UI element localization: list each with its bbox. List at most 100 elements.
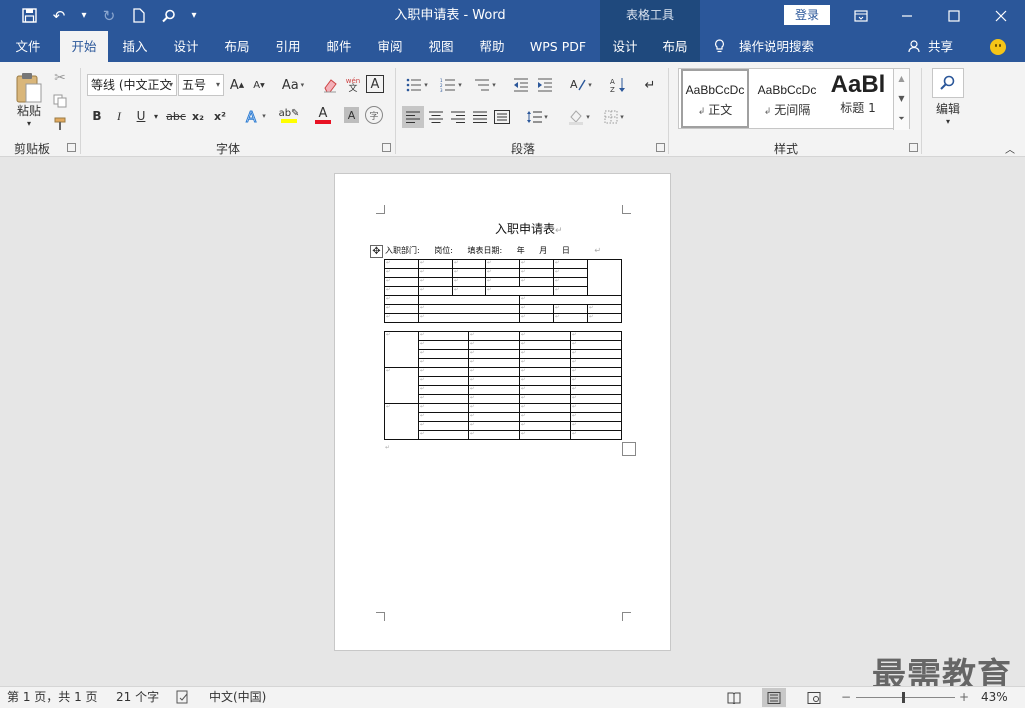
collapse-ribbon-icon[interactable]: ︿ bbox=[1003, 142, 1017, 156]
share-button[interactable]: 共享 bbox=[908, 31, 953, 62]
asian-layout-button[interactable]: A ▾ bbox=[566, 75, 596, 95]
paste-dropdown-icon[interactable]: ▾ bbox=[20, 118, 38, 128]
copy-icon[interactable] bbox=[50, 91, 70, 111]
redo-icon[interactable]: ↻ bbox=[94, 0, 124, 31]
align-center-icon[interactable] bbox=[425, 106, 447, 128]
feedback-smiley-icon[interactable] bbox=[990, 39, 1006, 55]
zoom-slider-track[interactable] bbox=[856, 697, 955, 698]
subscript-button[interactable]: x₂ bbox=[189, 106, 207, 126]
editing-dropdown-icon[interactable]: ▾ bbox=[940, 116, 956, 126]
tab-references[interactable]: 引用 bbox=[265, 31, 311, 62]
tab-wps-pdf[interactable]: WPS PDF bbox=[522, 31, 594, 62]
tab-file[interactable]: 文件 bbox=[4, 31, 52, 62]
paste-label[interactable]: 粘贴 bbox=[10, 102, 48, 118]
tab-mailings[interactable]: 邮件 bbox=[316, 31, 362, 62]
italic-button[interactable]: I bbox=[111, 106, 127, 126]
tab-home[interactable]: 开始 bbox=[60, 31, 108, 62]
grow-font-button[interactable]: A ▲ bbox=[228, 75, 246, 95]
character-border-icon[interactable]: A bbox=[366, 75, 384, 93]
tab-design[interactable]: 设计 bbox=[163, 31, 209, 62]
minimize-icon[interactable] bbox=[884, 0, 930, 31]
tab-view[interactable]: 视图 bbox=[418, 31, 464, 62]
character-shading-icon[interactable]: A bbox=[344, 107, 359, 123]
close-icon[interactable] bbox=[978, 0, 1024, 31]
scroll-down-icon[interactable]: ▼ bbox=[894, 89, 909, 109]
styles-launcher-icon[interactable] bbox=[909, 143, 918, 152]
editing-label[interactable]: 编辑 bbox=[928, 100, 968, 116]
print-layout-icon[interactable] bbox=[762, 688, 786, 707]
underline-button[interactable]: U bbox=[133, 106, 149, 126]
application-table-lower[interactable]: ↵ ↵ ↵ ↵ ↵ ↵ ↵ ↵ ↵ ↵ ↵ ↵ ↵ ↵ ↵ ↵ ↵ ↵ ↵ ↵ ↵ ↵ ↵ ↵ ↵ ↵ ↵ ↵ ↵ ↵ ↵ ↵ ↵… bbox=[384, 331, 622, 440]
zoom-slider-thumb[interactable] bbox=[902, 692, 905, 703]
justify-icon[interactable] bbox=[469, 106, 491, 128]
new-document-icon[interactable] bbox=[124, 0, 154, 31]
application-table-upper[interactable]: ↵ ↵ ↵ ↵ ↵ ↵ ↵ ↵ ↵ ↵ ↵ ↵ ↵ ↵ ↵ ↵ ↵ ↵ ↵ ↵ ↵ ↵ ↵ ↵ ↵ ↵ ↵ ↵ ↵ ↵ ↵ ↵ ↵ ↵… bbox=[384, 259, 622, 323]
decrease-indent-icon[interactable] bbox=[511, 75, 531, 95]
ribbon-display-options-icon[interactable] bbox=[838, 0, 884, 31]
zoom-out-button[interactable]: − bbox=[841, 687, 851, 708]
underline-dropdown-icon[interactable]: ▾ bbox=[151, 106, 161, 126]
editing-search-icon[interactable] bbox=[932, 68, 964, 98]
borders-button[interactable]: ▾ bbox=[598, 106, 630, 128]
align-left-icon[interactable] bbox=[402, 106, 424, 128]
phonetic-guide-button[interactable]: wén 文 bbox=[343, 75, 363, 95]
tab-layout[interactable]: 布局 bbox=[214, 31, 260, 62]
multilevel-list-button[interactable]: ▾ bbox=[470, 75, 500, 95]
maximize-icon[interactable] bbox=[931, 0, 977, 31]
shrink-font-button[interactable]: A ▼ bbox=[250, 75, 268, 95]
form-header-line[interactable]: 入职部门: 岗位: 填表日期: 年 月 日 ↵ bbox=[385, 245, 601, 256]
customize-qat-icon[interactable]: ▾ bbox=[184, 0, 204, 31]
tab-help[interactable]: 帮助 bbox=[469, 31, 515, 62]
bold-button[interactable]: B bbox=[89, 106, 105, 126]
zoom-in-button[interactable]: + bbox=[959, 687, 969, 708]
find-icon[interactable] bbox=[154, 0, 184, 31]
zoom-level[interactable]: 43% bbox=[981, 687, 1008, 708]
language-status[interactable]: 中文(中国) bbox=[209, 687, 266, 708]
sort-icon[interactable]: AZ bbox=[608, 75, 628, 95]
bullets-button[interactable]: ▾ bbox=[403, 75, 431, 95]
format-painter-icon[interactable] bbox=[50, 114, 70, 134]
cut-icon[interactable]: ✂ bbox=[50, 68, 70, 88]
web-layout-icon[interactable] bbox=[802, 688, 826, 707]
tell-me-search[interactable]: 操作说明搜索 bbox=[714, 31, 814, 62]
read-mode-icon[interactable] bbox=[722, 688, 746, 707]
superscript-button[interactable]: x² bbox=[211, 106, 229, 126]
shading-button[interactable]: ▾ bbox=[563, 106, 595, 128]
document-page[interactable]: 入职申请表↵ ✥ 入职部门: 岗位: 填表日期: 年 月 日 ↵ ↵ ↵ ↵ ↵ ↵ ↵ … bbox=[334, 173, 671, 651]
document-heading[interactable]: 入职申请表↵ bbox=[495, 220, 563, 237]
numbering-button[interactable]: 1 2 3 ▾ bbox=[437, 75, 465, 95]
page-count[interactable]: 第 1 页，共 1 页 bbox=[7, 687, 98, 708]
save-icon[interactable] bbox=[14, 0, 44, 31]
undo-icon[interactable]: ↶ bbox=[44, 0, 74, 31]
increase-indent-icon[interactable] bbox=[535, 75, 555, 95]
login-button[interactable]: 登录 bbox=[784, 5, 830, 25]
show-marks-icon[interactable]: ↵ bbox=[640, 75, 660, 95]
clipboard-launcher-icon[interactable] bbox=[67, 143, 76, 152]
change-case-button[interactable]: Aa ▾ bbox=[278, 75, 308, 95]
paragraph-launcher-icon[interactable] bbox=[656, 143, 665, 152]
text-effects-button[interactable]: A ▾ bbox=[241, 105, 269, 127]
distributed-icon[interactable] bbox=[491, 106, 513, 128]
align-right-icon[interactable] bbox=[447, 106, 469, 128]
line-spacing-button[interactable]: ▾ bbox=[521, 106, 553, 128]
word-count[interactable]: 21 个字 bbox=[116, 687, 159, 708]
font-size-select[interactable]: 五号 ▾ bbox=[178, 74, 224, 96]
font-color-button[interactable]: A bbox=[309, 105, 337, 127]
table-move-handle-icon[interactable]: ✥ bbox=[370, 245, 383, 258]
tab-table-layout[interactable]: 布局 bbox=[650, 31, 700, 62]
tab-table-design[interactable]: 设计 bbox=[600, 31, 650, 62]
enclose-characters-icon[interactable]: 字 bbox=[365, 106, 383, 124]
strikethrough-button[interactable]: abc bbox=[165, 106, 187, 126]
style-normal[interactable]: AaBbCcDc ↲ 正文 bbox=[681, 69, 749, 128]
proofing-icon[interactable] bbox=[176, 690, 190, 706]
tab-review[interactable]: 审阅 bbox=[367, 31, 413, 62]
table-resize-handle[interactable] bbox=[622, 442, 636, 456]
scroll-up-icon[interactable]: ▲ bbox=[894, 69, 909, 89]
more-styles-icon[interactable]: ⏷ bbox=[894, 109, 909, 128]
undo-dropdown-icon[interactable]: ▾ bbox=[74, 0, 94, 31]
style-no-spacing[interactable]: AaBbCcDc ↲ 无间隔 bbox=[753, 69, 821, 128]
highlight-button[interactable]: ab✎ bbox=[274, 105, 304, 127]
font-name-select[interactable]: 等线 (中文正文 ▾ bbox=[87, 74, 177, 96]
style-heading-1[interactable]: AaBl 标题 1 bbox=[825, 69, 891, 128]
font-launcher-icon[interactable] bbox=[382, 143, 391, 152]
